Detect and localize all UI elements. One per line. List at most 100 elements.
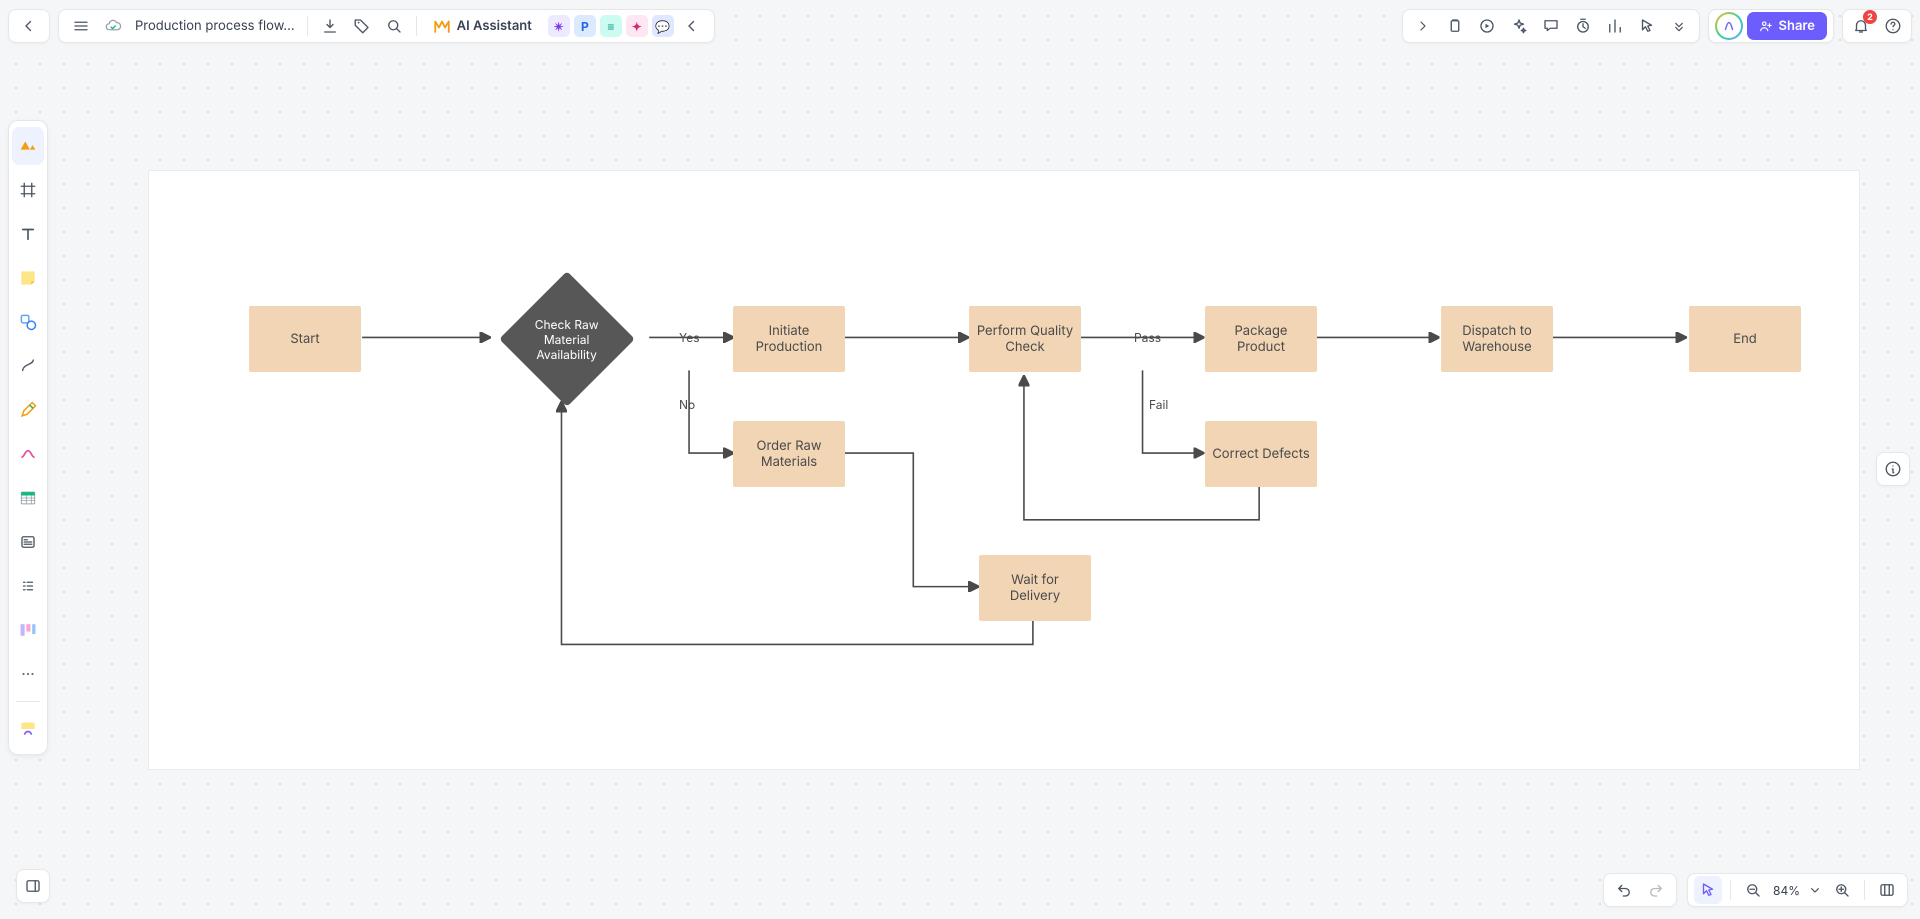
pen-tool[interactable] <box>12 391 44 429</box>
table-tool[interactable] <box>12 479 44 517</box>
pen-icon <box>18 400 38 420</box>
timer-icon <box>1574 17 1592 35</box>
ai-logo-icon <box>433 17 451 35</box>
node-wait-delivery[interactable]: Wait for Delivery <box>979 555 1091 621</box>
zoom-in-button[interactable] <box>1828 876 1856 904</box>
play-circle-icon <box>1478 17 1496 35</box>
view-pill: 84% <box>1687 873 1908 907</box>
document-header-pill: Production process flow… AI Assistant ✴ … <box>58 9 715 43</box>
node-correct-defects[interactable]: Correct Defects <box>1205 421 1317 487</box>
apps-tool[interactable] <box>12 710 44 748</box>
sticky-note-icon <box>18 268 38 288</box>
node-end[interactable]: End <box>1689 306 1801 372</box>
divider <box>1864 880 1865 900</box>
share-button[interactable]: Share <box>1747 12 1827 40</box>
collab-chip[interactable]: ✴ <box>548 15 570 37</box>
minimap-button[interactable] <box>19 872 47 900</box>
node-dispatch[interactable]: Dispatch to Warehouse <box>1441 306 1553 372</box>
undo-button[interactable] <box>1610 876 1638 904</box>
download-button[interactable] <box>316 12 344 40</box>
menu-button[interactable] <box>67 12 95 40</box>
zoom-out-icon <box>1744 881 1762 899</box>
collab-chip[interactable]: P <box>574 15 596 37</box>
tag-button[interactable] <box>348 12 376 40</box>
shapes-tool[interactable] <box>12 303 44 341</box>
kanban-icon <box>18 620 38 640</box>
help-group: 2 <box>1842 9 1912 43</box>
edge-label-no: No <box>679 397 695 412</box>
zoom-in-icon <box>1833 881 1851 899</box>
more-tool[interactable] <box>12 655 44 693</box>
back-button-group <box>8 9 50 43</box>
shapes-icon <box>18 312 38 332</box>
card-icon <box>19 533 37 551</box>
node-order-materials[interactable]: Order Raw Materials <box>733 421 845 487</box>
node-initiate-production[interactable]: Initiate Production <box>733 306 845 372</box>
back-button[interactable] <box>15 12 43 40</box>
node-label: Dispatch to Warehouse <box>1447 323 1547 356</box>
smart-draw-tool[interactable] <box>12 435 44 473</box>
collab-chip[interactable]: ✦ <box>626 15 648 37</box>
clipboard-icon <box>1446 17 1464 35</box>
kanban-tool[interactable] <box>12 611 44 649</box>
templates-tool[interactable] <box>12 127 44 165</box>
frame-icon <box>19 181 37 199</box>
smart-draw-icon <box>18 444 38 464</box>
node-quality-check[interactable]: Perform Quality Check <box>969 306 1081 372</box>
chevron-left-icon <box>683 17 701 35</box>
sticky-note-tool[interactable] <box>12 259 44 297</box>
fit-view-button[interactable] <box>1873 876 1901 904</box>
info-button[interactable] <box>1879 455 1907 483</box>
docs-tool[interactable] <box>12 567 44 605</box>
node-label: Order Raw Materials <box>739 438 839 471</box>
apps-icon <box>18 719 38 739</box>
sparkle-icon <box>1510 17 1528 35</box>
collapse-header-button[interactable] <box>678 12 706 40</box>
select-mode-button[interactable] <box>1694 876 1722 904</box>
card-tool[interactable] <box>12 523 44 561</box>
divider <box>1730 880 1731 900</box>
redo-button[interactable] <box>1642 876 1670 904</box>
chevron-down-icon <box>1807 882 1823 898</box>
timer-button[interactable] <box>1569 12 1597 40</box>
diagram-frame[interactable]: Start Check Raw Material Availability In… <box>148 170 1860 770</box>
help-button[interactable] <box>1879 12 1907 40</box>
voting-button[interactable] <box>1601 12 1629 40</box>
frame-tool[interactable] <box>12 171 44 209</box>
ai-assistant-button[interactable]: AI Assistant <box>425 12 540 40</box>
zoom-level[interactable]: 84% <box>1771 883 1802 898</box>
list-icon <box>19 577 37 595</box>
search-button[interactable] <box>380 12 408 40</box>
node-check-raw-material[interactable]: Check Raw Material Availability <box>499 271 635 407</box>
zoom-out-button[interactable] <box>1739 876 1767 904</box>
more-tools-button[interactable] <box>1665 12 1693 40</box>
top-toolbar: Production process flow… AI Assistant ✴ … <box>8 8 1912 44</box>
share-label: Share <box>1779 18 1815 34</box>
reactions-button[interactable] <box>1505 12 1533 40</box>
search-icon <box>385 17 403 35</box>
panels-icon <box>1878 881 1896 899</box>
node-package-product[interactable]: Package Product <box>1205 306 1317 372</box>
minimap-icon <box>24 877 42 895</box>
connector-tool[interactable] <box>12 347 44 385</box>
avatar[interactable] <box>1715 12 1743 40</box>
pointer-mode-button[interactable] <box>1633 12 1661 40</box>
edges-layer <box>149 171 1859 769</box>
expand-tools-button[interactable] <box>1409 12 1437 40</box>
divider <box>307 16 308 36</box>
history-pill <box>1603 873 1677 907</box>
notifications-button[interactable]: 2 <box>1847 12 1875 40</box>
node-start[interactable]: Start <box>249 306 361 372</box>
document-title[interactable]: Production process flow… <box>131 18 299 34</box>
curve-icon <box>19 357 37 375</box>
collab-chip[interactable]: 💬 <box>652 15 674 37</box>
comment-button[interactable] <box>1537 12 1565 40</box>
edge-label-pass: Pass <box>1134 330 1161 345</box>
collab-chip[interactable]: ≡ <box>600 15 622 37</box>
sync-status[interactable] <box>99 12 127 40</box>
text-tool[interactable] <box>12 215 44 253</box>
clipboard-button[interactable] <box>1441 12 1469 40</box>
present-button[interactable] <box>1473 12 1501 40</box>
zoom-menu-button[interactable] <box>1806 876 1824 904</box>
divider <box>416 16 417 36</box>
